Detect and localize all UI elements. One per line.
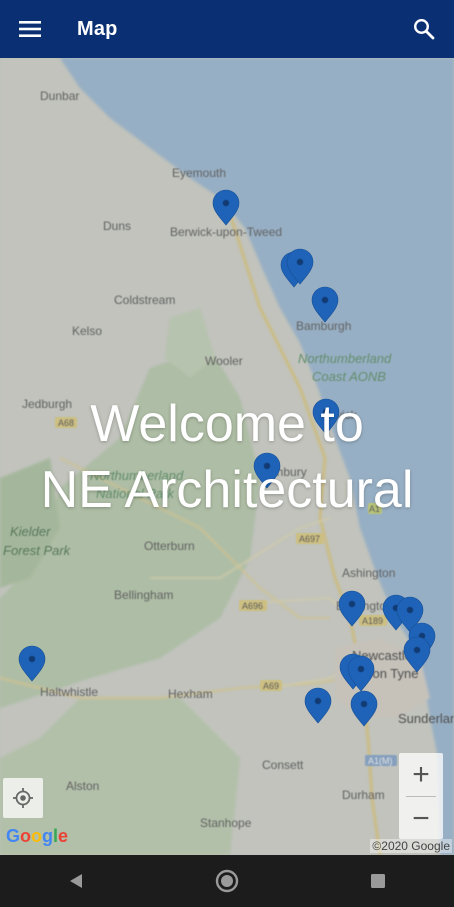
home-circle-icon [215, 869, 239, 893]
map-marker[interactable] [311, 286, 339, 323]
map-view[interactable]: Dunbar Eyemouth Duns Berwick-upon-Tweed … [0, 58, 454, 855]
map-marker[interactable] [403, 636, 431, 673]
google-logo: Google [6, 826, 69, 846]
my-location-button[interactable] [3, 778, 43, 818]
home-button[interactable] [197, 855, 257, 907]
search-button[interactable] [404, 9, 444, 49]
back-button[interactable] [46, 855, 106, 907]
recents-square-icon [371, 874, 386, 888]
welcome-line-2: NE Architectural [40, 461, 414, 519]
system-nav-bar [0, 855, 454, 907]
back-triangle-icon [69, 874, 82, 888]
map-marker[interactable] [304, 687, 332, 724]
welcome-line-1: Welcome to [90, 395, 364, 453]
search-icon [413, 18, 435, 40]
app-bar: Map [0, 0, 454, 58]
map-marker[interactable] [212, 189, 240, 226]
map-marker[interactable] [350, 690, 378, 727]
zoom-controls: + − [399, 753, 443, 839]
menu-icon [19, 21, 41, 37]
map-marker[interactable] [18, 645, 46, 682]
page-title: Map [77, 17, 118, 40]
map-copyright: ©2020 Google [370, 839, 452, 853]
welcome-message: Welcome to NE Architectural [0, 391, 454, 523]
zoom-in-button[interactable]: + [399, 753, 443, 796]
recents-button[interactable] [348, 855, 408, 907]
zoom-out-button[interactable]: − [399, 797, 443, 840]
my-location-icon [13, 788, 33, 808]
map-marker[interactable] [338, 590, 366, 627]
menu-button[interactable] [0, 0, 60, 58]
